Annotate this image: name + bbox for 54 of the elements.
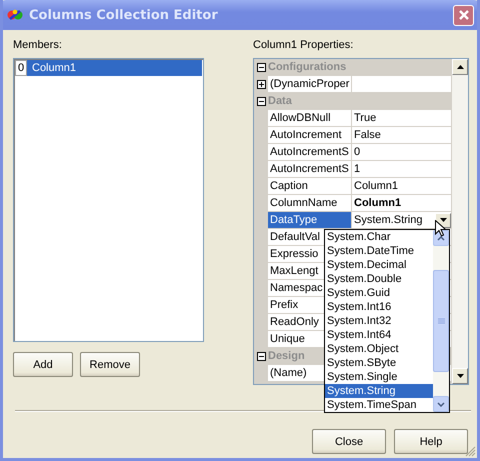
dropdown-option[interactable]: System.TimeSpan (325, 398, 433, 412)
property-value-cell[interactable]: True (352, 110, 451, 127)
member-action-button[interactable]: Add (13, 352, 73, 377)
grip-lines-icon (438, 318, 444, 324)
collapse-icon[interactable] (256, 96, 266, 106)
dialog-button[interactable]: Close (312, 429, 386, 454)
resize-grip-icon[interactable] (465, 446, 476, 457)
down-arrow-icon (440, 218, 446, 222)
properties-label: Column1 Properties: (253, 39, 354, 53)
property-name[interactable]: (DynamicProper (268, 76, 352, 93)
property-value-cell[interactable]: Column1 (352, 195, 451, 212)
property-value: True (354, 112, 378, 124)
collapse-icon[interactable] (256, 352, 266, 360)
property-value-cell[interactable]: System.String (352, 212, 451, 229)
member-index: 0 (15, 60, 27, 76)
app-icon (7, 8, 23, 22)
property-value-cell[interactable]: Column1 (352, 178, 451, 195)
down-chevron-icon (437, 402, 445, 406)
collapse-icon[interactable] (256, 62, 266, 72)
property-value: False (354, 129, 382, 141)
members-label: Members: (13, 39, 63, 53)
up-chevron-icon (437, 236, 445, 240)
property-value: 0 (354, 146, 362, 158)
property-name[interactable]: AutoIncrementS (268, 161, 352, 178)
property-name[interactable]: DataType (268, 212, 352, 229)
property-value-cell[interactable]: False (352, 127, 451, 144)
property-name[interactable]: AutoIncrement (268, 127, 352, 144)
property-value: 1 (354, 163, 362, 175)
property-name[interactable]: AllowDBNull (268, 110, 352, 127)
property-value: System.String (354, 214, 424, 226)
property-value-cell[interactable]: 1 (352, 161, 451, 178)
property-name[interactable]: AutoIncrementS (268, 144, 352, 161)
scrollbar[interactable] (433, 230, 449, 412)
property-name[interactable]: Caption (268, 178, 352, 195)
property-value-cell[interactable]: 0 (352, 144, 451, 161)
member-item[interactable]: Column1 (27, 60, 202, 76)
property-name[interactable]: ColumnName (268, 195, 352, 212)
member-action-button[interactable]: Remove (80, 352, 140, 377)
close-icon (458, 9, 470, 21)
category-label: Configurations (268, 61, 346, 73)
dialog-button[interactable]: Help (394, 429, 468, 454)
expand-icon[interactable] (256, 80, 266, 89)
dropdown-option[interactable]: System.String (325, 384, 433, 398)
up-arrow-icon (456, 65, 464, 69)
members-listbox[interactable]: 0 Column1 (13, 58, 204, 342)
window-title: Columns Collection Editor (29, 8, 219, 22)
down-arrow-icon (456, 374, 464, 378)
property-value-cell[interactable] (352, 76, 451, 93)
close-button[interactable] (453, 4, 474, 26)
category-label: Design (268, 350, 305, 362)
category-label: Data (268, 95, 292, 107)
property-value: Column1 (354, 197, 402, 209)
property-value: Column1 (354, 180, 400, 192)
scroll-thumb[interactable] (433, 270, 449, 372)
